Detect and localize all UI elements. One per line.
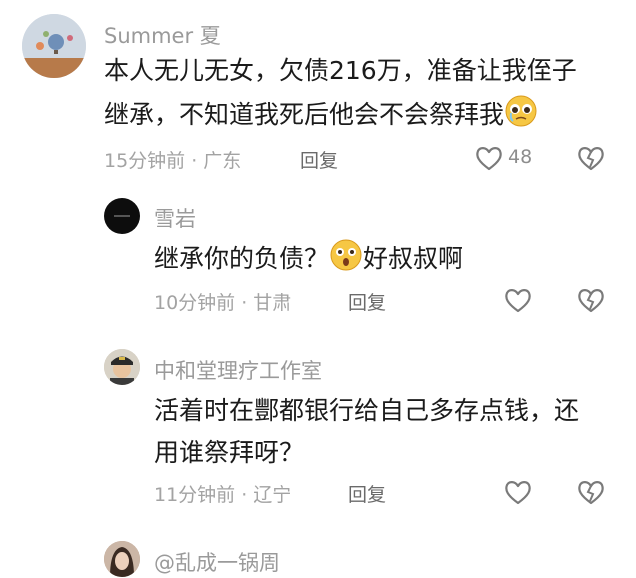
avatar[interactable]: [104, 349, 140, 385]
avatar[interactable]: [104, 198, 140, 234]
username[interactable]: 雪岩: [154, 203, 196, 233]
separator: ·: [241, 292, 248, 314]
heart-outline-icon[interactable]: [474, 143, 504, 173]
reply-text: 继承你的负债？ 好叔叔啊: [154, 238, 463, 280]
person-cap-avatar-icon: [104, 349, 140, 385]
avatar[interactable]: [104, 541, 140, 577]
black-avatar-icon: [114, 215, 130, 217]
astonished-face-emoji-icon: [330, 239, 362, 271]
avatar[interactable]: [22, 14, 86, 78]
reply-button[interactable]: 回复: [348, 480, 386, 507]
broken-heart-icon[interactable]: [576, 285, 606, 315]
username[interactable]: Summer 夏: [104, 20, 221, 50]
reply-text-before: 继承你的负债？: [154, 244, 330, 273]
heart-outline-icon[interactable]: [503, 285, 533, 315]
broken-heart-icon[interactable]: [576, 143, 606, 173]
comment-meta: 10分钟前 · 甘肃: [154, 288, 291, 315]
timestamp: 15分钟前: [104, 150, 186, 172]
location: 辽宁: [253, 484, 292, 506]
heart-outline-icon[interactable]: [503, 477, 533, 507]
reply-text-line-1: 活着时在酆都银行给自己多存点钱，还: [154, 396, 580, 425]
reply-button[interactable]: 回复: [348, 288, 386, 315]
comment-text-line-2: 继承，不知道我死后他会不会祭拜我: [104, 94, 538, 136]
comment-text-line-1: 本人无儿无女，欠债216万，准备让我侄子: [104, 56, 577, 85]
comment-meta: 15分钟前 · 广东: [104, 146, 241, 173]
like-count: 48: [508, 146, 533, 168]
timestamp: 11分钟前: [154, 484, 236, 506]
balloon-photo-icon: [22, 14, 86, 78]
broken-heart-icon[interactable]: [576, 477, 606, 507]
woman-avatar-icon: [104, 541, 140, 577]
location: 广东: [203, 150, 242, 172]
separator: ·: [191, 150, 198, 172]
reply-text-line-2: 用谁祭拜呀？: [154, 438, 305, 467]
reply-button[interactable]: 回复: [300, 146, 338, 173]
comment-text: 继承，不知道我死后他会不会祭拜我: [104, 100, 505, 129]
location: 甘肃: [253, 292, 292, 314]
separator: ·: [241, 484, 248, 506]
timestamp: 10分钟前: [154, 292, 236, 314]
username[interactable]: 中和堂理疗工作室: [154, 355, 322, 385]
pleading-face-emoji-icon: [505, 95, 537, 127]
comment-meta: 11分钟前 · 辽宁: [154, 480, 291, 507]
reply-text-after: 好叔叔啊: [363, 244, 464, 273]
username[interactable]: @乱成一锅周: [154, 547, 280, 577]
